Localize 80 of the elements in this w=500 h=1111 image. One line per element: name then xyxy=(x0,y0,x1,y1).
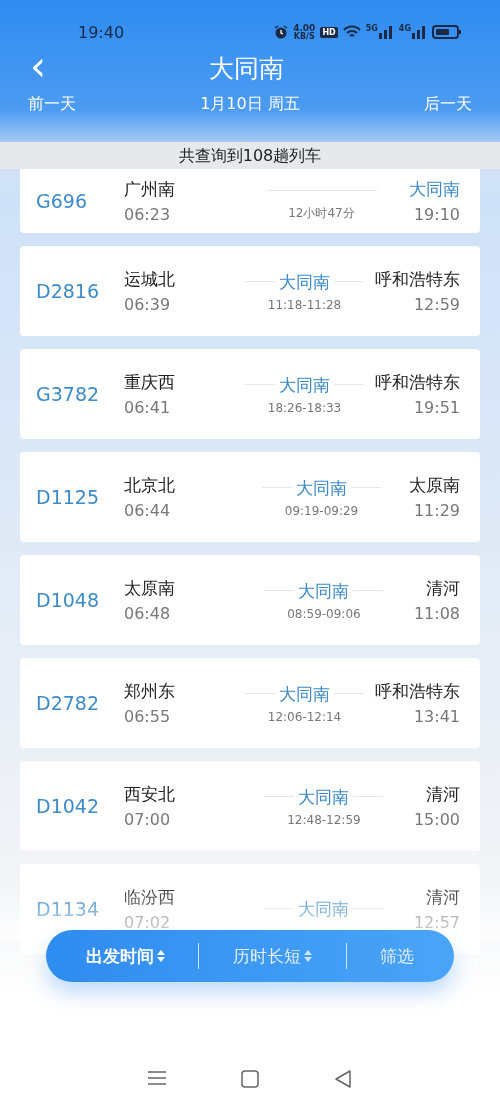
sort-arrows-icon xyxy=(304,950,312,962)
travel-duration: 12小时47分 xyxy=(288,204,355,222)
departure-time: 06:39 xyxy=(124,295,172,314)
network-speed: 4.00 xyxy=(293,23,316,33)
hd-badge: HD xyxy=(320,26,338,38)
arrival-station: 呼和浩特东 xyxy=(375,268,460,291)
departure-station: 郑州东 xyxy=(124,680,176,703)
stop-station: 大同南 xyxy=(279,373,330,397)
train-number: D2816 xyxy=(36,280,100,302)
train-number: D1042 xyxy=(36,795,100,817)
arrival-time: 12:57 xyxy=(413,913,460,932)
departure-station: 重庆西 xyxy=(124,371,176,394)
departure-time: 06:23 xyxy=(124,205,172,224)
departure-time: 06:44 xyxy=(124,501,172,520)
stop-station: 大同南 xyxy=(298,897,350,921)
train-card[interactable]: D1048 太原南 06:48 大同南 08:59-09:06 清河 11:08 xyxy=(20,555,480,645)
alarm-icon xyxy=(274,25,289,39)
status-time: 19:40 xyxy=(78,22,125,42)
stop-station: 大同南 xyxy=(298,579,350,603)
back-icon xyxy=(334,1070,353,1088)
departure-station: 北京北 xyxy=(124,474,176,497)
arrival-time: 13:41 xyxy=(413,707,460,726)
arrival-station: 清河 xyxy=(426,783,460,806)
result-count-banner: 共查询到108趟列车 xyxy=(0,142,500,169)
train-card[interactable]: D1042 西安北 07:00 大同南 12:48-12:59 清河 15:00 xyxy=(20,761,480,851)
departure-station: 太原南 xyxy=(124,577,176,600)
arrival-time: 11:29 xyxy=(413,501,460,520)
departure-station: 广州南 xyxy=(124,178,176,201)
train-number: D2782 xyxy=(36,692,100,714)
stop-station: 大同南 xyxy=(279,682,330,706)
arrival-time: 15:00 xyxy=(413,810,460,829)
stop-time: 12:06-12:14 xyxy=(267,709,342,724)
train-number: D1134 xyxy=(36,898,100,920)
train-card[interactable]: G696 广州南 06:23 12小时47分 大同南 19:10 xyxy=(20,169,480,233)
arrival-station: 呼和浩特东 xyxy=(375,371,460,394)
date-label: 1月10日 周五 xyxy=(200,93,300,115)
stop-time: 08:59-09:06 xyxy=(287,606,361,621)
wifi-icon xyxy=(342,25,361,39)
arrival-station: 清河 xyxy=(426,577,460,600)
train-number: G696 xyxy=(36,190,88,212)
arrival-time: 12:59 xyxy=(413,295,460,314)
departure-station: 西安北 xyxy=(124,783,176,806)
train-card[interactable]: D2816 运城北 06:39 大同南 11:18-11:28 呼和浩特东 12:59 xyxy=(20,246,480,336)
train-number: D1048 xyxy=(36,589,100,611)
arrival-time: 11:08 xyxy=(413,604,460,623)
stop-station: 大同南 xyxy=(296,476,347,500)
arrival-station: 太原南 xyxy=(409,474,460,497)
sort-arrows-icon xyxy=(156,950,165,962)
arrival-time: 19:51 xyxy=(413,398,460,417)
departure-time: 06:41 xyxy=(124,398,172,417)
departure-time: 07:02 xyxy=(124,913,172,932)
station-title: 大同南 xyxy=(208,52,284,85)
departure-time: 06:48 xyxy=(124,604,172,623)
stop-time: 18:26-18:33 xyxy=(267,400,342,415)
network-type: 5G xyxy=(365,25,378,33)
battery-icon xyxy=(432,25,462,39)
arrival-station: 呼和浩特东 xyxy=(375,680,460,703)
train-number: G3782 xyxy=(36,383,101,405)
stop-time: 12:48-12:59 xyxy=(287,812,361,827)
arrival-station: 清河 xyxy=(426,886,460,909)
train-card[interactable]: D2782 郑州东 06:55 大同南 12:06-12:14 呼和浩特东 13:41 xyxy=(20,658,480,748)
stop-time: 11:18-11:28 xyxy=(267,297,342,312)
train-number: D1125 xyxy=(36,486,100,508)
departure-station: 临汾西 xyxy=(124,886,176,909)
train-card[interactable]: G3782 重庆西 06:41 大同南 18:26-18:33 呼和浩特东 19:51 xyxy=(20,349,480,439)
arrival-station: 大同南 xyxy=(409,178,460,201)
speed-unit: KB/S xyxy=(293,32,315,41)
departure-time: 06:55 xyxy=(124,707,172,726)
home-icon xyxy=(241,1070,259,1088)
departure-time: 07:00 xyxy=(124,810,172,829)
signal-icon xyxy=(377,25,394,39)
stop-station: 大同南 xyxy=(298,785,350,809)
arrival-time: 19:10 xyxy=(413,205,460,224)
stop-time: 09:19-09:29 xyxy=(284,503,359,518)
network-type: 4G xyxy=(398,25,411,33)
signal-icon xyxy=(411,25,427,39)
train-card[interactable]: D1125 北京北 06:44 大同南 09:19-09:29 太原南 11:29 xyxy=(20,452,480,542)
stop-station: 大同南 xyxy=(279,270,330,294)
menu-icon xyxy=(147,1070,166,1086)
departure-station: 运城北 xyxy=(124,268,176,291)
